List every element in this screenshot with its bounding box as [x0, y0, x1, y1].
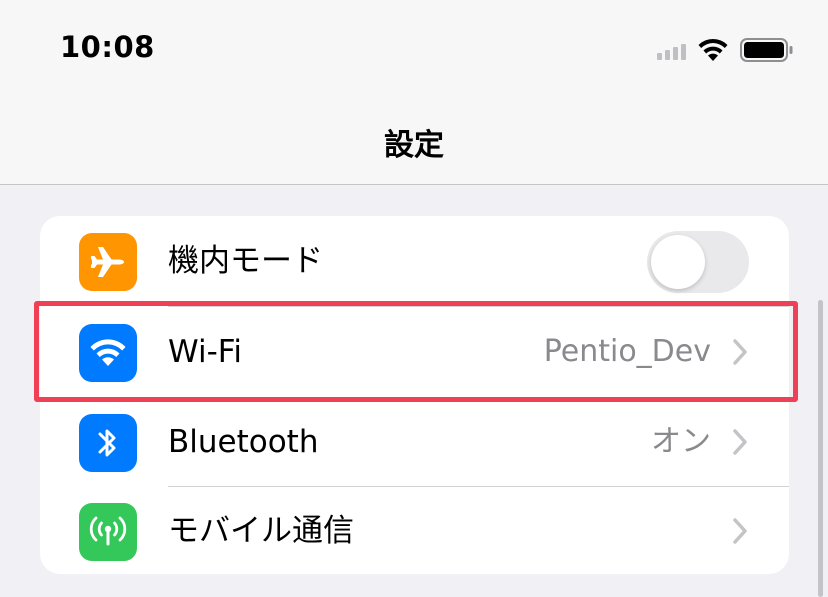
settings-row-label: 機内モード — [168, 243, 323, 279]
wifi-icon — [698, 38, 728, 61]
antenna-icon — [79, 503, 137, 561]
wifi-icon — [79, 324, 137, 382]
airplane-mode-toggle[interactable] — [647, 231, 749, 293]
settings-row-label: Bluetooth — [168, 424, 319, 460]
chevron-right-icon — [733, 339, 747, 365]
battery-icon — [740, 38, 793, 62]
scrollbar[interactable] — [818, 300, 823, 597]
chevron-right-icon — [733, 518, 747, 544]
settings-row-mobile-data[interactable]: モバイル通信 — [40, 486, 789, 574]
airplane-icon — [79, 233, 137, 291]
header-area: 10:08 設定 — [0, 0, 828, 185]
page-title: 設定 — [384, 128, 444, 163]
cellular-signal-icon — [657, 40, 686, 60]
settings-row-label: モバイル通信 — [168, 513, 354, 549]
status-time: 10:08 — [60, 30, 155, 64]
settings-row-label: Wi-Fi — [168, 334, 242, 370]
toggle-knob — [651, 235, 705, 289]
settings-row-airplane-mode[interactable]: 機内モード — [40, 216, 789, 306]
chevron-right-icon — [733, 429, 747, 455]
status-icons — [657, 36, 794, 64]
bluetooth-status-value: オン — [651, 424, 711, 459]
bluetooth-icon — [79, 414, 137, 472]
wifi-network-value: Pentio_Dev — [543, 334, 711, 369]
settings-screen: 10:08 設定 機内モード Wi-Fi Pentio_Dev Bluetoot… — [0, 0, 828, 597]
settings-group: 機内モード Wi-Fi Pentio_Dev Bluetooth オン モバイル… — [40, 216, 789, 574]
settings-row-wifi[interactable]: Wi-Fi Pentio_Dev — [40, 307, 789, 397]
settings-row-bluetooth[interactable]: Bluetooth オン — [40, 397, 789, 487]
